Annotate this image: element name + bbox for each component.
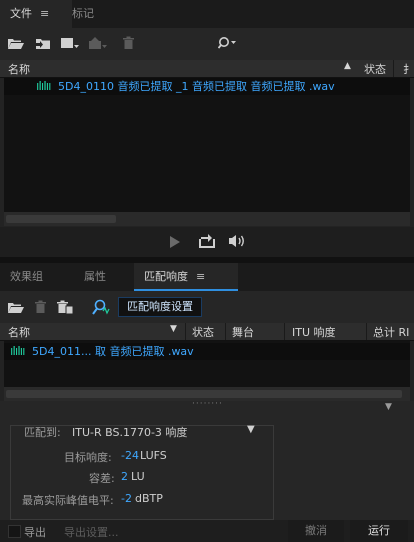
- export-checkbox[interactable]: [8, 525, 21, 538]
- tab-match-loudness[interactable]: 匹配响度 ≡: [134, 263, 238, 291]
- run-button[interactable]: 运行: [350, 520, 408, 542]
- volume-icon[interactable]: [228, 234, 246, 248]
- scrollbar-thumb[interactable]: [6, 215, 116, 223]
- play-icon[interactable]: [170, 236, 180, 248]
- column-divider: [393, 60, 394, 77]
- tolerance-label: 容差:: [89, 472, 115, 485]
- files-toolbar: [0, 28, 414, 60]
- tab-match-loudness-label: 匹配响度: [144, 270, 188, 283]
- search-icon[interactable]: [218, 36, 240, 50]
- true-peak-unit: dBTP: [135, 492, 163, 505]
- loudness-column-header: 名称 ▼ 状态 舞台 ITU 响度 总计 RI: [0, 323, 414, 341]
- open-folder-icon[interactable]: [8, 301, 24, 314]
- scrollbar-thumb[interactable]: [6, 390, 402, 398]
- clear-all-icon[interactable]: [56, 300, 74, 315]
- loudness-toolbar: 匹配响度设置: [0, 291, 414, 323]
- trash-icon: [123, 36, 134, 49]
- files-list[interactable]: ıIıIıı 5D4_0110 音频已提取 _1 音频已提取 音频已提取 .wa…: [4, 78, 410, 212]
- column-itu-loudness[interactable]: ITU 响度: [292, 324, 336, 340]
- column-divider: [366, 323, 367, 340]
- tab-properties[interactable]: 属性: [74, 263, 116, 291]
- sort-down-icon[interactable]: ▼: [170, 324, 177, 334]
- column-total[interactable]: 总计 RI: [373, 324, 409, 340]
- true-peak-label: 最高实际峰值电平:: [22, 494, 114, 507]
- tab-properties-label: 属性: [84, 270, 106, 283]
- loudness-file-row[interactable]: ıIıIıı 5D4_011... 取 音频已提取 .wav: [4, 343, 410, 360]
- loudness-file-name[interactable]: 5D4_011... 取 音频已提取 .wav: [32, 343, 194, 360]
- column-status[interactable]: 状态: [364, 61, 386, 77]
- column-divider: [284, 323, 285, 340]
- loudness-file-list[interactable]: ıIıIıı 5D4_011... 取 音频已提取 .wav: [4, 341, 410, 387]
- tab-markers-label: 标记: [72, 7, 94, 20]
- files-horizontal-scrollbar[interactable]: [4, 212, 410, 226]
- undo-button: 撤消: [288, 520, 344, 542]
- match-to-label: 匹配到:: [24, 426, 61, 439]
- collapse-arrow-icon[interactable]: ▼: [385, 402, 392, 412]
- file-row[interactable]: ıIıIıı 5D4_0110 音频已提取 _1 音频已提取 音频已提取 .wa…: [4, 78, 410, 95]
- grip-dots-icon: ········: [192, 399, 223, 409]
- files-column-header: 名称 ▲ 状态 扌: [0, 60, 414, 78]
- loudness-settings-panel: 匹配到: ITU-R BS.1770-3 响度 ▼ 目标响度: -24 LUFS…: [0, 415, 414, 520]
- export-settings-button: 导出设置...: [64, 526, 119, 539]
- target-loudness-label: 目标响度:: [64, 451, 112, 464]
- file-name[interactable]: 5D4_0110 音频已提取 _1 音频已提取 音频已提取 .wav: [58, 78, 335, 95]
- sort-up-icon[interactable]: ▲: [344, 61, 351, 71]
- new-file-icon[interactable]: [60, 36, 80, 51]
- tab-effects-rack[interactable]: 效果组: [0, 263, 53, 291]
- column-divider: [225, 323, 226, 340]
- tab-markers[interactable]: 标记: [62, 0, 104, 28]
- open-folder-icon[interactable]: [8, 37, 24, 50]
- tolerance-unit: LU: [131, 470, 145, 483]
- target-loudness-unit: LUFS: [140, 449, 167, 462]
- export-icon: [89, 37, 107, 49]
- tolerance-value[interactable]: 2: [121, 470, 128, 483]
- column-status[interactable]: 状态: [192, 324, 214, 340]
- column-name[interactable]: 名称: [8, 61, 30, 77]
- column-extra[interactable]: 扌: [403, 61, 414, 77]
- column-name[interactable]: 名称: [8, 324, 30, 340]
- column-stage[interactable]: 舞台: [232, 324, 254, 340]
- match-to-dropdown-value[interactable]: ITU-R BS.1770-3 响度: [72, 424, 187, 440]
- footer-bar: 导出 导出设置... 撤消 运行: [0, 520, 414, 542]
- tab-files-label: 文件: [10, 7, 32, 20]
- waveform-icon: ıIıIıı: [36, 79, 51, 93]
- chevron-down-icon[interactable]: ▼: [247, 424, 255, 435]
- trash-icon: [35, 300, 46, 313]
- scan-icon[interactable]: [92, 299, 110, 315]
- bottom-tab-bar: 效果组 属性 匹配响度 ≡: [0, 263, 414, 291]
- tab-files-menu-icon[interactable]: ≡: [40, 7, 49, 20]
- loudness-settings-button[interactable]: 匹配响度设置: [118, 297, 202, 317]
- import-folder-icon[interactable]: [34, 37, 52, 50]
- loop-icon[interactable]: [199, 234, 215, 248]
- tab-match-loudness-menu-icon[interactable]: ≡: [196, 270, 205, 283]
- settings-resize-handle[interactable]: ········ ▼: [0, 399, 414, 415]
- true-peak-value[interactable]: -2: [121, 492, 132, 505]
- waveform-icon: ıIıIıı: [10, 344, 25, 358]
- preview-transport: [0, 227, 414, 257]
- tab-effects-rack-label: 效果组: [10, 270, 43, 283]
- column-divider: [185, 323, 186, 340]
- target-loudness-value[interactable]: -24: [121, 449, 139, 462]
- export-label[interactable]: 导出: [24, 524, 46, 540]
- top-tab-bar: 文件 ≡ 标记: [0, 0, 414, 28]
